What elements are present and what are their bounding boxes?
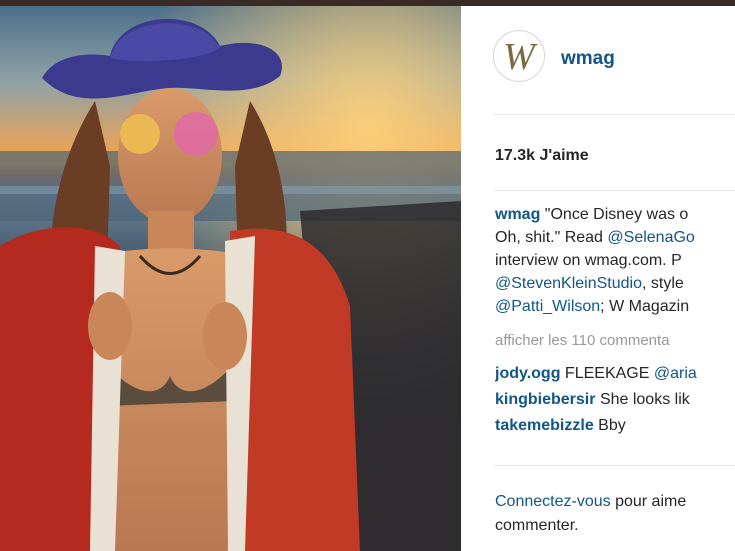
mention-link[interactable]: @SelenaGo [607, 229, 694, 246]
view-all-comments-link[interactable]: afficher les 110 commenta [495, 332, 735, 349]
caption-text-4: , style [642, 275, 684, 292]
caption-line-2: Oh, shit." Read @SelenaGo [495, 226, 735, 249]
w-logo-icon: W [503, 36, 535, 78]
comment-list[interactable]: wmag "Once Disney was o Oh, shit." Read … [495, 203, 735, 461]
comment-username[interactable]: kingbiebersir [495, 391, 595, 408]
comment-row: jody.ogg FLEEKAGE @aria [495, 361, 735, 387]
comment-username[interactable]: takemebizzle [495, 417, 594, 434]
comment-text: She looks lik [599, 391, 690, 408]
post-photo[interactable] [0, 6, 461, 551]
photo-illustration [0, 6, 461, 551]
caption-line-3: interview on wmag.com. P [495, 249, 735, 272]
caption-line-5: @Patti_Wilson; W Magazin [495, 295, 735, 318]
caption-line-1: wmag "Once Disney was o [495, 203, 735, 226]
post-info-panel: W wmag 17.3k J'aime wmag "Once Disney wa… [461, 6, 735, 551]
comment-username[interactable]: jody.ogg [495, 365, 560, 382]
account-username[interactable]: wmag [561, 48, 615, 70]
login-prompt-text-2: commenter. [495, 517, 579, 534]
header-divider [493, 114, 735, 115]
caption-line-4: @StevenKleinStudio, style [495, 272, 735, 295]
caption-text-2: Oh, shit." Read [495, 229, 608, 246]
comment-text: Bby [598, 417, 626, 434]
caption-text-1: "Once Disney was o [544, 206, 689, 223]
comment-row: takemebizzle Bby [495, 413, 735, 439]
comment-text: FLEEKAGE [564, 365, 654, 382]
login-prompt: Connectez-vous pour aime commenter. [495, 490, 686, 538]
login-link[interactable]: Connectez-vous [495, 493, 611, 510]
login-prompt-text: pour aime [610, 493, 687, 510]
caption-text-3: interview on wmag.com. P [495, 252, 682, 269]
mention-link[interactable]: @aria [654, 365, 697, 382]
likes-divider [493, 190, 735, 191]
footer-divider [493, 465, 735, 466]
comment-row: kingbiebersir She looks lik [495, 387, 735, 413]
account-avatar[interactable]: W [493, 30, 545, 82]
mention-link[interactable]: @Patti_Wilson [495, 298, 600, 315]
likes-count[interactable]: 17.3k J'aime [495, 147, 589, 165]
caption-username[interactable]: wmag [495, 206, 540, 223]
caption-text-5: ; W Magazin [600, 298, 690, 315]
mention-link[interactable]: @StevenKleinStudio [495, 275, 642, 292]
